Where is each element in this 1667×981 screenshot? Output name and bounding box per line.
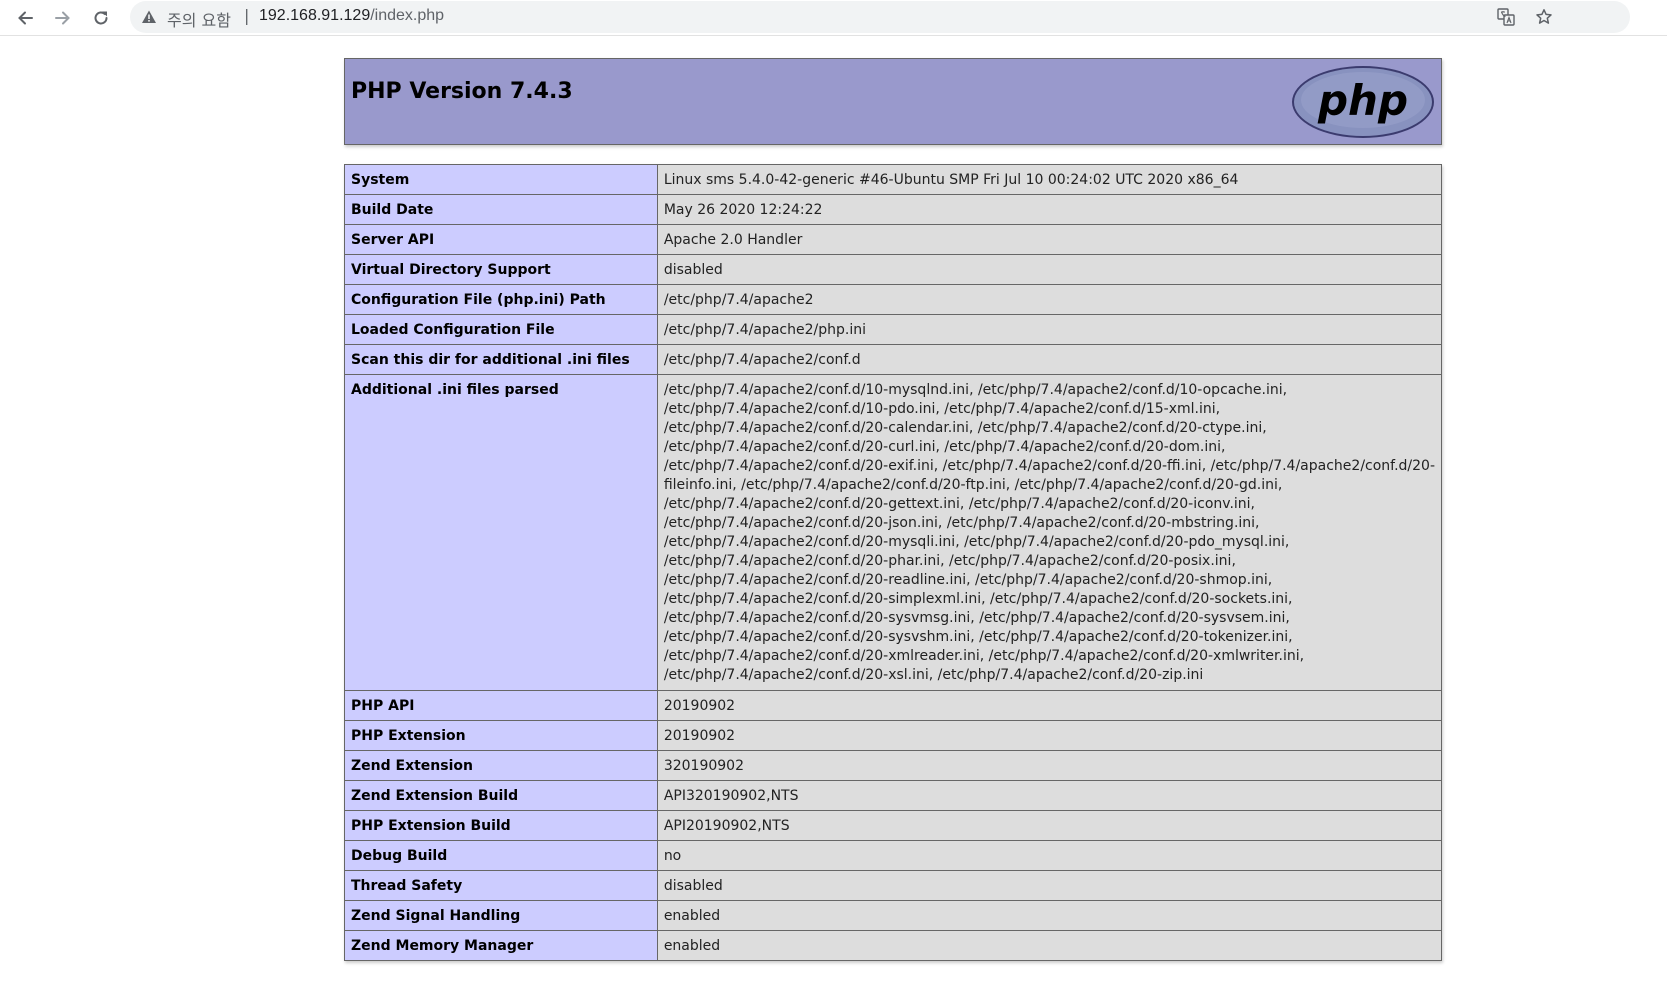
- info-key: Virtual Directory Support: [344, 254, 658, 285]
- table-row: Zend Extension 320190902: [344, 750, 1443, 781]
- info-value: 20190902: [656, 690, 1443, 721]
- back-arrow-icon: [18, 11, 33, 25]
- info-key: Zend Extension: [344, 750, 658, 781]
- ini-file-line: /etc/php/7.4/apache2/conf.d/20-sysvshm.i…: [663, 629, 1293, 645]
- info-value: 20190902: [656, 720, 1443, 751]
- ini-file-line: /etc/php/7.4/apache2/conf.d/20-simplexml…: [663, 591, 1293, 607]
- info-key: Thread Safety: [344, 870, 658, 901]
- ini-file-line: /etc/php/7.4/apache2/conf.d/20-readline.…: [663, 572, 1273, 588]
- info-key: Zend Memory Manager: [344, 930, 658, 961]
- info-value: enabled: [656, 930, 1443, 961]
- info-value: Linux sms 5.4.0-42-generic #46-Ubuntu SM…: [656, 164, 1443, 195]
- table-row: Scan this dir for additional .ini files /…: [344, 344, 1443, 375]
- ini-file-line: /etc/php/7.4/apache2/conf.d/20-sysvmsg.i…: [663, 610, 1290, 626]
- table-row: Zend Extension Build API320190902,NTS: [344, 780, 1443, 811]
- php-version-header: PHP Version 7.4.3 php: [344, 58, 1442, 145]
- reload-button[interactable]: [88, 5, 114, 31]
- ini-file-line: /etc/php/7.4/apache2/conf.d/20-phar.ini,…: [663, 553, 1236, 569]
- info-table: System Linux sms 5.4.0-42-generic #46-Ubu…: [344, 164, 1443, 961]
- table-row: Loaded Configuration File/etc/php/7.4/ap…: [344, 314, 1443, 345]
- ini-file-line: /etc/php/7.4/apache2/conf.d/20-json.ini,…: [663, 515, 1260, 531]
- table-row: Virtual Directory Support disabled: [344, 254, 1443, 285]
- ini-file-line: /etc/php/7.4/apache2/conf.d/20-xsl.ini, …: [663, 667, 1204, 683]
- info-value: /etc/php/7.4/apache2: [656, 284, 1443, 315]
- address-bar[interactable]: 주의 요함 | 192.168.91.129/index.php: [130, 1, 1630, 33]
- info-key: Debug Build: [344, 840, 658, 871]
- info-key: Loaded Configuration File: [344, 314, 658, 345]
- phpinfo-page: PHP Version 7.4.3 php System Linux sms 5.…: [344, 58, 1443, 961]
- info-key: Zend Signal Handling: [344, 900, 658, 931]
- table-row: PHP Extension 20190902: [344, 720, 1443, 751]
- info-key: Server API: [344, 224, 658, 255]
- info-value: /etc/php/7.4/apache2/conf.d: [656, 344, 1443, 375]
- table-row: Zend Memory Manager enabled: [344, 930, 1443, 961]
- info-value: enabled: [656, 900, 1443, 931]
- url-host: 192.168.91.129: [259, 7, 371, 24]
- bookmark-button[interactable]: [1534, 7, 1554, 27]
- url-separator: |: [244, 6, 250, 25]
- info-value: /etc/php/7.4/apache2/conf.d/10-mysqlnd.i…: [656, 374, 1443, 691]
- info-value: no: [656, 840, 1443, 871]
- ini-file-line: /etc/php/7.4/apache2/conf.d/20-xmlreader…: [663, 648, 1305, 664]
- ini-file-line: /etc/php/7.4/apache2/conf.d/10-pdo.ini, …: [663, 401, 1221, 417]
- info-key: Build Date: [344, 194, 658, 225]
- info-value: API20190902,NTS: [656, 810, 1443, 841]
- table-row: Configuration File (php.ini) Path/etc/ph…: [344, 284, 1443, 315]
- url-text[interactable]: 192.168.91.129/index.php: [259, 7, 444, 25]
- translate-icon: [1497, 8, 1515, 26]
- ini-file-line: /etc/php/7.4/apache2/conf.d/20-curl.ini,…: [663, 439, 1226, 455]
- info-key: PHP API: [344, 690, 658, 721]
- warning-icon[interactable]: [141, 9, 157, 25]
- reload-icon: [94, 11, 108, 25]
- table-row: Build Date May 26 2020 12:24:22: [344, 194, 1443, 225]
- info-key: Configuration File (php.ini) Path: [344, 284, 658, 315]
- info-value: 320190902: [656, 750, 1443, 781]
- svg-text:php: php: [1317, 76, 1408, 125]
- star-icon: [1536, 9, 1552, 24]
- table-row: System Linux sms 5.4.0-42-generic #46-Ubu…: [344, 164, 1443, 195]
- table-row: Thread Safety disabled: [344, 870, 1443, 901]
- ini-file-line: /etc/php/7.4/apache2/conf.d/20-exif.ini,…: [663, 458, 1435, 474]
- ini-file-line: fileinfo.ini, /etc/php/7.4/apache2/conf.…: [663, 477, 1283, 493]
- info-key: Zend Extension Build: [344, 780, 658, 811]
- table-row: Debug Build no: [344, 840, 1443, 871]
- url-path: /index.php: [370, 7, 445, 24]
- security-label[interactable]: 주의 요함: [167, 7, 231, 31]
- browser-toolbar: 주의 요함 | 192.168.91.129/index.php: [0, 0, 1667, 36]
- page-title: PHP Version 7.4.3: [351, 79, 573, 104]
- back-button[interactable]: [12, 5, 38, 31]
- table-row: Additional .ini files parsed /etc/php/7.…: [344, 374, 1443, 691]
- table-row: PHP Extension Build API20190902,NTS: [344, 810, 1443, 841]
- info-key: PHP Extension Build: [344, 810, 658, 841]
- ini-file-line: /etc/php/7.4/apache2/conf.d/20-gettext.i…: [663, 496, 1256, 512]
- forward-arrow-icon: [55, 11, 70, 25]
- info-value: disabled: [656, 870, 1443, 901]
- ini-file-line: /etc/php/7.4/apache2/conf.d/20-mysqli.in…: [663, 534, 1290, 550]
- ini-file-line: /etc/php/7.4/apache2/conf.d/10-mysqlnd.i…: [663, 382, 1288, 398]
- info-value: /etc/php/7.4/apache2/php.ini: [656, 314, 1443, 345]
- table-row: PHP API 20190902: [344, 690, 1443, 721]
- info-key: PHP Extension: [344, 720, 658, 751]
- forward-button[interactable]: [50, 5, 76, 31]
- ini-file-line: /etc/php/7.4/apache2/conf.d/20-calendar.…: [663, 420, 1267, 436]
- info-key: Scan this dir for additional .ini files: [344, 344, 658, 375]
- table-row: Server API Apache 2.0 Handler: [344, 224, 1443, 255]
- info-value: API320190902,NTS: [656, 780, 1443, 811]
- info-key: Additional .ini files parsed: [344, 374, 658, 691]
- info-value: May 26 2020 12:24:22: [656, 194, 1443, 225]
- table-row: Zend Signal Handling enabled: [344, 900, 1443, 931]
- translate-button[interactable]: [1496, 7, 1516, 27]
- info-value: Apache 2.0 Handler: [656, 224, 1443, 255]
- php-logo[interactable]: php: [1291, 65, 1435, 139]
- info-key: System: [344, 164, 658, 195]
- info-value: disabled: [656, 254, 1443, 285]
